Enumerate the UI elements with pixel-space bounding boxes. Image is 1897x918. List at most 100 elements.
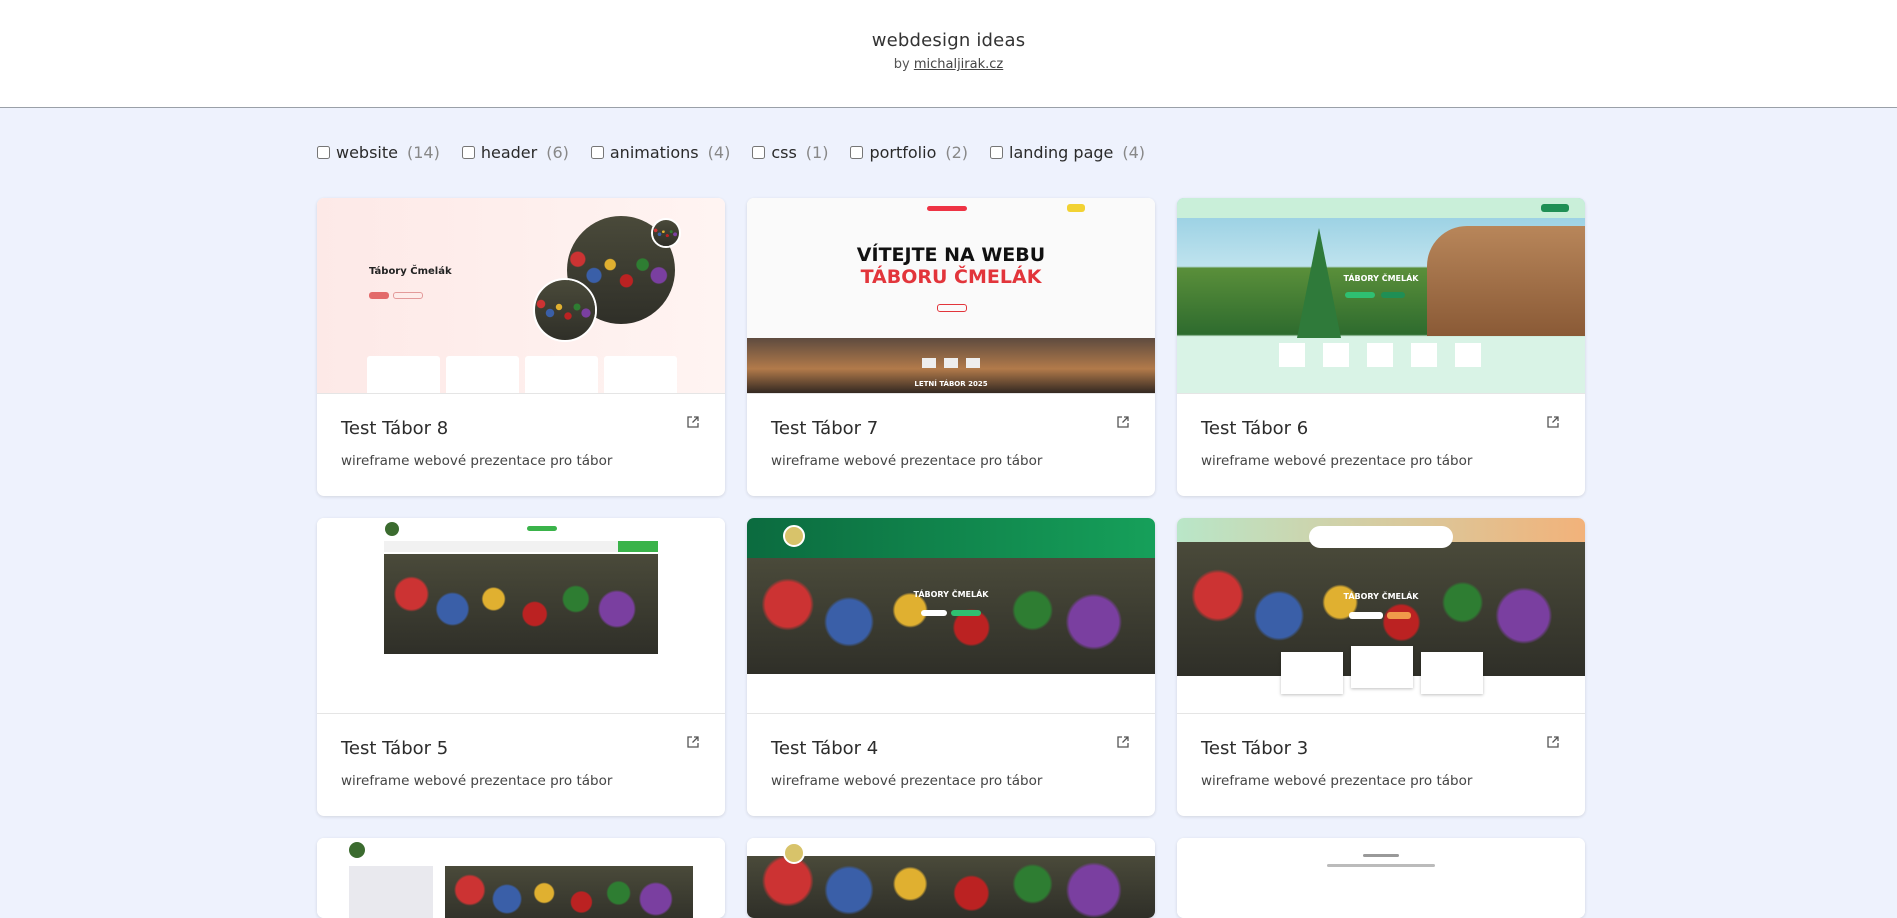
card-thumbnail[interactable]: TÁBORY ČMELÁK (747, 518, 1155, 714)
card-description: wireframe webové prezentace pro tábor (771, 773, 1043, 789)
card-thumbnail[interactable]: Tábory Čmelák (317, 198, 725, 394)
card-thumbnail[interactable]: TÁBORY ČMELÁK (1177, 198, 1585, 394)
card-body: Test Tábor 3 wireframe webové prezentace… (1177, 714, 1585, 789)
filter-checkbox[interactable] (990, 146, 1004, 159)
card-title[interactable]: Test Tábor 7 (771, 418, 1131, 439)
filter-label: animations (609, 143, 699, 162)
thumb-feature-boxes (367, 356, 677, 393)
filter-checkbox[interactable] (461, 146, 475, 159)
project-card-partial[interactable] (1177, 838, 1585, 918)
thumb-button (369, 292, 389, 299)
thumb-button (951, 610, 981, 616)
card-body: Test Tábor 7 wireframe webové prezentace… (747, 394, 1155, 469)
thumb-button (1345, 292, 1375, 298)
project-card-partial[interactable] (747, 838, 1155, 918)
thumb-menu-bar (384, 541, 658, 552)
thumb-logo (385, 522, 399, 536)
thumb-logo (783, 842, 805, 864)
card-thumbnail[interactable] (1177, 838, 1585, 918)
card-thumbnail[interactable]: VÍTEJTE NA WEBU TÁBORU ČMELÁK LETNÍ TÁBO… (747, 198, 1155, 394)
card-thumbnail[interactable] (747, 838, 1155, 918)
filter-checkbox[interactable] (590, 146, 604, 159)
filter-label: landing page (1009, 143, 1114, 162)
thumb-title: TÁBORY ČMELÁK (1343, 274, 1419, 283)
thumb-nav-button (1541, 204, 1569, 212)
thumb-hero-photo (384, 554, 658, 654)
project-card-tabor-3[interactable]: TÁBORY ČMELÁK Test Tábor 3 wireframe web… (1177, 518, 1585, 816)
thumb-text-line (1363, 854, 1399, 857)
card-title[interactable]: Test Tábor 5 (341, 738, 701, 759)
card-title[interactable]: Test Tábor 6 (1201, 418, 1561, 439)
external-link-icon[interactable] (1117, 416, 1129, 428)
thumb-heading-1: VÍTEJTE NA WEBU (856, 244, 1046, 266)
card-thumbnail[interactable] (317, 838, 725, 918)
thumb-badges (527, 526, 557, 531)
card-description: wireframe webové prezentace pro tábor (341, 773, 613, 789)
project-card-tabor-7[interactable]: VÍTEJTE NA WEBU TÁBORU ČMELÁK LETNÍ TÁBO… (747, 198, 1155, 496)
card-body: Test Tábor 4 wireframe webové prezentace… (747, 714, 1155, 789)
filter-count: (14) (406, 143, 440, 162)
filter-count: (4) (1122, 143, 1146, 162)
thumb-photo-circle (533, 278, 597, 342)
card-description: wireframe webové prezentace pro tábor (1201, 453, 1473, 469)
thumb-hero-photo (445, 866, 693, 918)
external-link-icon[interactable] (1547, 736, 1559, 748)
external-link-icon[interactable] (687, 736, 699, 748)
external-link-icon[interactable] (1117, 736, 1129, 748)
author-link[interactable]: michaljirak.cz (914, 57, 1003, 72)
filter-label: css (771, 143, 797, 162)
filter-css[interactable]: css (1) (752, 143, 828, 162)
card-title[interactable]: Test Tábor 4 (771, 738, 1131, 759)
project-card-tabor-8[interactable]: Tábory Čmelák Test Tábor 8 wireframe web… (317, 198, 725, 496)
thumb-cta (937, 304, 967, 312)
thumb-photo-circle (651, 218, 681, 248)
filter-website[interactable]: website (14) (317, 143, 440, 162)
card-title[interactable]: Test Tábor 3 (1201, 738, 1561, 759)
byline: by michaljirak.cz (0, 57, 1897, 72)
thumb-tree (1297, 228, 1341, 338)
thumb-text-line (1327, 864, 1435, 867)
thumb-title: Tábory Čmelák (369, 266, 452, 277)
project-card-partial[interactable] (317, 838, 725, 918)
card-title[interactable]: Test Tábor 8 (341, 418, 701, 439)
thumb-menu-active (618, 541, 658, 552)
thumb-sunset-photo: LETNÍ TÁBOR 2025 (747, 338, 1155, 393)
card-thumbnail[interactable] (317, 518, 725, 714)
thumb-hero-photo (747, 856, 1155, 918)
thumb-button (1349, 612, 1383, 619)
thumb-title: TÁBORY ČMELÁK (1343, 592, 1419, 601)
filter-header[interactable]: header (6) (461, 143, 569, 162)
filter-landing-page[interactable]: landing page (4) (990, 143, 1145, 162)
external-link-icon[interactable] (687, 416, 699, 428)
filter-checkbox[interactable] (317, 146, 330, 159)
filter-label: portfolio (869, 143, 937, 162)
project-card-tabor-6[interactable]: TÁBORY ČMELÁK Test Tábor 6 wireframe web… (1177, 198, 1585, 496)
filter-count: (1) (805, 143, 829, 162)
card-body: Test Tábor 6 wireframe webové prezentace… (1177, 394, 1585, 469)
site-title: webdesign ideas (871, 30, 1026, 51)
thumb-nav-pill (1309, 526, 1453, 548)
card-description: wireframe webové prezentace pro tábor (1201, 773, 1473, 789)
thumb-navbar (1177, 198, 1585, 218)
external-link-icon[interactable] (1547, 416, 1559, 428)
project-card-tabor-5[interactable]: Test Tábor 5 wireframe webové prezentace… (317, 518, 725, 816)
filter-label: header (480, 143, 538, 162)
card-thumbnail[interactable]: TÁBORY ČMELÁK (1177, 518, 1585, 714)
filter-checkbox[interactable] (850, 146, 864, 159)
thumb-logo (349, 842, 365, 858)
byline-prefix: by (893, 57, 910, 72)
thumb-caption: LETNÍ TÁBOR 2025 (914, 380, 988, 388)
filter-portfolio[interactable]: portfolio (2) (850, 143, 968, 162)
filter-count: (2) (945, 143, 969, 162)
card-body: Test Tábor 8 wireframe webové prezentace… (317, 394, 725, 469)
card-body: Test Tábor 5 wireframe webové prezentace… (317, 714, 725, 789)
thumb-button (921, 610, 947, 616)
thumb-button (1381, 292, 1405, 298)
thumb-info-cards (1281, 646, 1483, 694)
filter-animations[interactable]: animations (4) (590, 143, 731, 162)
filter-checkbox[interactable] (752, 146, 766, 159)
thumb-sidebar (349, 866, 433, 918)
filter-count: (4) (707, 143, 731, 162)
project-card-tabor-4[interactable]: TÁBORY ČMELÁK Test Tábor 4 wireframe web… (747, 518, 1155, 816)
thumb-nav (927, 206, 967, 211)
